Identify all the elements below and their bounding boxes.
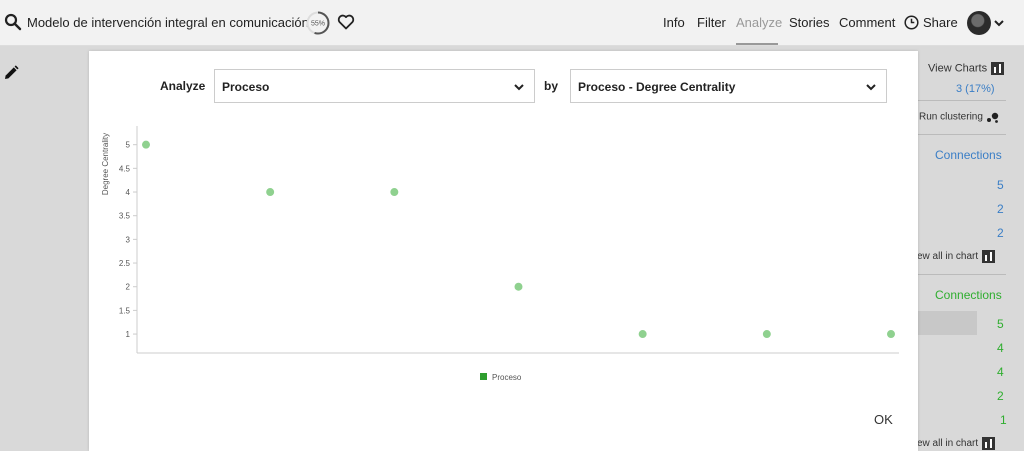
by-label: by bbox=[544, 79, 559, 93]
y-tick-label: 5 bbox=[126, 141, 131, 150]
run-clustering-button[interactable]: Run clustering bbox=[919, 111, 1000, 123]
legend: Proceso bbox=[480, 373, 522, 382]
share-button[interactable]: Share bbox=[923, 15, 958, 30]
y-tick-label: 3.5 bbox=[119, 212, 131, 221]
y-tick-label: 1.5 bbox=[119, 306, 131, 315]
connection-value: 2 bbox=[997, 226, 1004, 240]
data-point bbox=[514, 282, 523, 291]
connection-value: 4 bbox=[997, 341, 1004, 355]
y-tick-label: 4 bbox=[126, 188, 131, 197]
highlighted-row bbox=[915, 311, 977, 335]
by-select[interactable]: Proceso - Degree Centrality bbox=[570, 69, 887, 103]
nav-info[interactable]: Info bbox=[663, 15, 685, 30]
y-tick-label: 2 bbox=[126, 283, 131, 292]
clock-icon[interactable] bbox=[904, 15, 919, 30]
data-points bbox=[142, 140, 895, 339]
ok-button[interactable]: OK bbox=[874, 412, 893, 427]
divider bbox=[918, 134, 1006, 135]
data-point bbox=[638, 330, 647, 339]
nav-filter[interactable]: Filter bbox=[697, 15, 726, 30]
data-point bbox=[887, 330, 895, 339]
view-all-in-chart-button[interactable]: ew all in chart bbox=[917, 250, 996, 263]
view-all-label: ew all in chart bbox=[917, 251, 979, 263]
y-tick-label: 3 bbox=[126, 235, 131, 244]
top-bar: Modelo de intervención integral en comun… bbox=[0, 0, 1024, 46]
cluster-icon bbox=[986, 112, 998, 123]
view-all-in-chart-button[interactable]: ew all in chart bbox=[917, 437, 996, 450]
divider bbox=[918, 274, 1006, 275]
connection-value: 1 bbox=[1000, 413, 1007, 427]
view-charts-label: View Charts bbox=[928, 62, 988, 75]
connection-value: 2 bbox=[997, 389, 1004, 403]
scatter-chart: Degree Centrality 5 4.5 4 3.5 3 2.5 2 1.5 1 Proc… bbox=[101, 126, 899, 382]
heart-icon[interactable] bbox=[337, 13, 355, 31]
bar-chart-icon bbox=[991, 62, 1005, 75]
legend-swatch bbox=[480, 373, 487, 380]
analyze-modal: Analyze Proceso by Proceso - Degree Cent… bbox=[89, 51, 918, 451]
connection-value: 5 bbox=[997, 178, 1004, 192]
legend-label: Proceso bbox=[492, 373, 522, 382]
search-icon[interactable] bbox=[4, 13, 22, 31]
data-point bbox=[142, 140, 150, 149]
selection-count: 3 (17%) bbox=[956, 83, 995, 95]
view-all-label: ew all in chart bbox=[917, 438, 979, 450]
data-point bbox=[390, 188, 399, 197]
y-tick-label: 4.5 bbox=[119, 164, 131, 173]
pencil-icon[interactable] bbox=[2, 64, 20, 82]
connection-value: 5 bbox=[997, 317, 1004, 331]
nav-stories[interactable]: Stories bbox=[789, 15, 829, 30]
project-title: Modelo de intervención integral en comun… bbox=[27, 15, 309, 30]
bar-chart-icon bbox=[982, 250, 996, 263]
divider bbox=[918, 100, 1006, 101]
by-select-value: Proceso - Degree Centrality bbox=[578, 80, 736, 94]
bar-chart-icon bbox=[982, 437, 996, 450]
chevron-down-icon bbox=[866, 84, 876, 91]
connection-value: 4 bbox=[997, 365, 1004, 379]
connection-value: 2 bbox=[997, 202, 1004, 216]
chevron-down-icon[interactable] bbox=[993, 17, 1005, 29]
progress-label: 55% bbox=[311, 21, 325, 28]
nav-analyze[interactable]: Analyze bbox=[736, 15, 782, 30]
connections-header: Connections bbox=[935, 288, 1002, 302]
analyze-label: Analyze bbox=[160, 79, 206, 93]
nav-active-underline bbox=[736, 43, 778, 45]
progress-indicator: 55% bbox=[306, 11, 330, 35]
connections-header: Connections bbox=[935, 148, 1002, 162]
avatar[interactable] bbox=[967, 11, 991, 35]
y-axis-label: Degree Centrality bbox=[101, 133, 110, 195]
chevron-down-icon bbox=[514, 84, 524, 91]
data-point bbox=[266, 188, 275, 197]
nav-comment[interactable]: Comment bbox=[839, 15, 895, 30]
y-tick-label: 2.5 bbox=[119, 259, 131, 268]
view-charts-button[interactable]: View Charts bbox=[928, 62, 1005, 75]
y-axis: 5 4.5 4 3.5 3 2.5 2 1.5 1 bbox=[119, 126, 138, 353]
analyze-select[interactable]: Proceso bbox=[214, 69, 535, 103]
data-point bbox=[762, 330, 771, 339]
y-tick-label: 1 bbox=[126, 330, 131, 339]
analyze-select-value: Proceso bbox=[222, 80, 270, 94]
run-clustering-label: Run clustering bbox=[919, 111, 983, 123]
